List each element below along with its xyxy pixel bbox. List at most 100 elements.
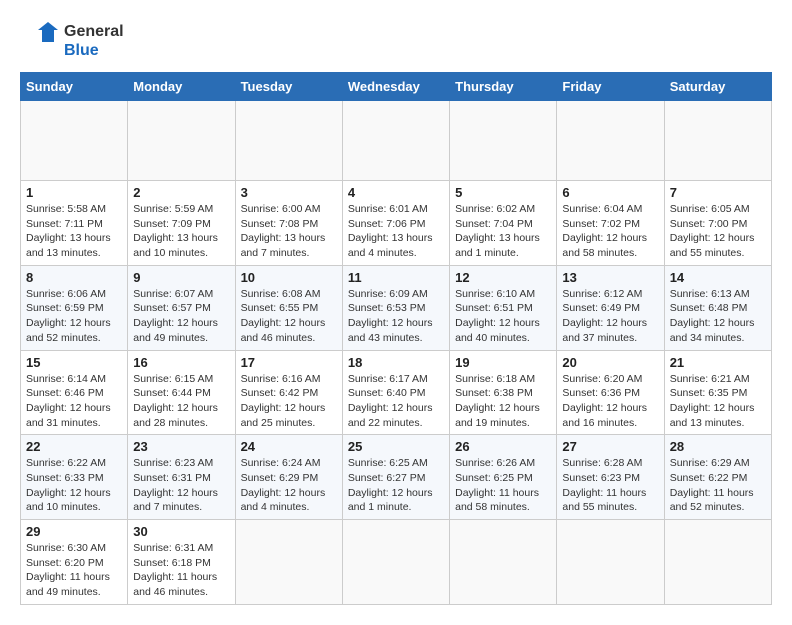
day-info: Sunrise: 6:17 AM Sunset: 6:40 PM Dayligh…	[348, 372, 444, 431]
day-number: 19	[455, 355, 551, 370]
calendar-cell: 29 Sunrise: 6:30 AM Sunset: 6:20 PM Dayli…	[21, 520, 128, 605]
day-info: Sunrise: 6:01 AM Sunset: 7:06 PM Dayligh…	[348, 202, 444, 261]
day-info: Sunrise: 6:22 AM Sunset: 6:33 PM Dayligh…	[26, 456, 122, 515]
calendar-header-row: SundayMondayTuesdayWednesdayThursdayFrid…	[21, 73, 772, 101]
day-number: 15	[26, 355, 122, 370]
day-info: Sunrise: 6:14 AM Sunset: 6:46 PM Dayligh…	[26, 372, 122, 431]
day-number: 21	[670, 355, 766, 370]
calendar-cell	[557, 101, 664, 181]
day-number: 23	[133, 439, 229, 454]
col-header-saturday: Saturday	[664, 73, 771, 101]
calendar-cell: 25Sunrise: 6:25 AM Sunset: 6:27 PM Dayli…	[342, 435, 449, 520]
calendar-cell: 14 Sunrise: 6:13 AM Sunset: 6:48 PM Dayli…	[664, 265, 771, 350]
day-number: 1	[26, 185, 122, 200]
logo-blue: Blue	[64, 41, 124, 60]
calendar-cell: 17 Sunrise: 6:16 AM Sunset: 6:42 PM Dayli…	[235, 350, 342, 435]
calendar-cell	[450, 520, 557, 605]
day-number: 16	[133, 355, 229, 370]
calendar-week-3: 15 Sunrise: 6:14 AM Sunset: 6:46 PM Dayli…	[21, 350, 772, 435]
calendar-cell: 15 Sunrise: 6:14 AM Sunset: 6:46 PM Dayli…	[21, 350, 128, 435]
day-number: 24	[241, 439, 337, 454]
col-header-monday: Monday	[128, 73, 235, 101]
day-number: 18	[348, 355, 444, 370]
calendar-cell	[557, 520, 664, 605]
day-info: Sunrise: 6:31 AM Sunset: 6:18 PM Dayligh…	[133, 541, 229, 600]
day-info: Sunrise: 6:02 AM Sunset: 7:04 PM Dayligh…	[455, 202, 551, 261]
day-number: 10	[241, 270, 337, 285]
day-number: 22	[26, 439, 122, 454]
day-info: Sunrise: 5:58 AM Sunset: 7:11 PM Dayligh…	[26, 202, 122, 261]
calendar-cell: 23Sunrise: 6:23 AM Sunset: 6:31 PM Dayli…	[128, 435, 235, 520]
day-info: Sunrise: 6:16 AM Sunset: 6:42 PM Dayligh…	[241, 372, 337, 431]
calendar-cell: 3 Sunrise: 6:00 AM Sunset: 7:08 PM Daylig…	[235, 181, 342, 266]
calendar-cell: 19Sunrise: 6:18 AM Sunset: 6:38 PM Dayli…	[450, 350, 557, 435]
calendar-cell	[664, 520, 771, 605]
day-number: 25	[348, 439, 444, 454]
day-number: 4	[348, 185, 444, 200]
day-number: 26	[455, 439, 551, 454]
calendar-cell	[664, 101, 771, 181]
day-number: 5	[455, 185, 551, 200]
day-number: 17	[241, 355, 337, 370]
day-number: 12	[455, 270, 551, 285]
calendar-cell: 20Sunrise: 6:20 AM Sunset: 6:36 PM Dayli…	[557, 350, 664, 435]
day-number: 20	[562, 355, 658, 370]
calendar-cell: 7Sunrise: 6:05 AM Sunset: 7:00 PM Daylig…	[664, 181, 771, 266]
day-info: Sunrise: 6:06 AM Sunset: 6:59 PM Dayligh…	[26, 287, 122, 346]
page-header: General Blue	[20, 20, 772, 62]
day-info: Sunrise: 6:10 AM Sunset: 6:51 PM Dayligh…	[455, 287, 551, 346]
day-number: 2	[133, 185, 229, 200]
calendar-cell: 21Sunrise: 6:21 AM Sunset: 6:35 PM Dayli…	[664, 350, 771, 435]
calendar-cell	[342, 520, 449, 605]
calendar-week-4: 22 Sunrise: 6:22 AM Sunset: 6:33 PM Dayli…	[21, 435, 772, 520]
calendar-cell: 9 Sunrise: 6:07 AM Sunset: 6:57 PM Daylig…	[128, 265, 235, 350]
calendar-cell	[235, 520, 342, 605]
logo-general: General	[64, 22, 124, 41]
day-info: Sunrise: 6:30 AM Sunset: 6:20 PM Dayligh…	[26, 541, 122, 600]
calendar-cell: 6Sunrise: 6:04 AM Sunset: 7:02 PM Daylig…	[557, 181, 664, 266]
day-info: Sunrise: 6:13 AM Sunset: 6:48 PM Dayligh…	[670, 287, 766, 346]
day-info: Sunrise: 6:28 AM Sunset: 6:23 PM Dayligh…	[562, 456, 658, 515]
calendar-week-2: 8 Sunrise: 6:06 AM Sunset: 6:59 PM Daylig…	[21, 265, 772, 350]
calendar-cell: 8 Sunrise: 6:06 AM Sunset: 6:59 PM Daylig…	[21, 265, 128, 350]
calendar-cell: 26 Sunrise: 6:26 AM Sunset: 6:25 PM Dayli…	[450, 435, 557, 520]
day-number: 3	[241, 185, 337, 200]
calendar-cell: 2 Sunrise: 5:59 AM Sunset: 7:09 PM Daylig…	[128, 181, 235, 266]
day-info: Sunrise: 6:26 AM Sunset: 6:25 PM Dayligh…	[455, 456, 551, 515]
col-header-wednesday: Wednesday	[342, 73, 449, 101]
day-info: Sunrise: 6:24 AM Sunset: 6:29 PM Dayligh…	[241, 456, 337, 515]
day-info: Sunrise: 6:29 AM Sunset: 6:22 PM Dayligh…	[670, 456, 766, 515]
calendar-cell: 5 Sunrise: 6:02 AM Sunset: 7:04 PM Daylig…	[450, 181, 557, 266]
day-number: 8	[26, 270, 122, 285]
calendar-cell	[21, 101, 128, 181]
day-number: 9	[133, 270, 229, 285]
day-number: 30	[133, 524, 229, 539]
calendar-cell: 13 Sunrise: 6:12 AM Sunset: 6:49 PM Dayli…	[557, 265, 664, 350]
day-info: Sunrise: 6:12 AM Sunset: 6:49 PM Dayligh…	[562, 287, 658, 346]
calendar-cell: 10 Sunrise: 6:08 AM Sunset: 6:55 PM Dayli…	[235, 265, 342, 350]
day-number: 29	[26, 524, 122, 539]
day-info: Sunrise: 6:00 AM Sunset: 7:08 PM Dayligh…	[241, 202, 337, 261]
day-number: 28	[670, 439, 766, 454]
calendar-cell: 28 Sunrise: 6:29 AM Sunset: 6:22 PM Dayli…	[664, 435, 771, 520]
day-info: Sunrise: 6:07 AM Sunset: 6:57 PM Dayligh…	[133, 287, 229, 346]
calendar-week-1: 1 Sunrise: 5:58 AM Sunset: 7:11 PM Daylig…	[21, 181, 772, 266]
logo: General Blue	[20, 20, 124, 62]
calendar-cell: 18 Sunrise: 6:17 AM Sunset: 6:40 PM Dayli…	[342, 350, 449, 435]
col-header-thursday: Thursday	[450, 73, 557, 101]
calendar-cell	[450, 101, 557, 181]
calendar-cell: 12 Sunrise: 6:10 AM Sunset: 6:51 PM Dayli…	[450, 265, 557, 350]
day-number: 6	[562, 185, 658, 200]
col-header-tuesday: Tuesday	[235, 73, 342, 101]
calendar-cell: 30 Sunrise: 6:31 AM Sunset: 6:18 PM Dayli…	[128, 520, 235, 605]
calendar-cell: 24 Sunrise: 6:24 AM Sunset: 6:29 PM Dayli…	[235, 435, 342, 520]
day-info: Sunrise: 6:08 AM Sunset: 6:55 PM Dayligh…	[241, 287, 337, 346]
day-number: 14	[670, 270, 766, 285]
day-number: 27	[562, 439, 658, 454]
calendar-cell: 16Sunrise: 6:15 AM Sunset: 6:44 PM Dayli…	[128, 350, 235, 435]
logo-svg	[20, 20, 60, 62]
day-info: Sunrise: 5:59 AM Sunset: 7:09 PM Dayligh…	[133, 202, 229, 261]
day-number: 7	[670, 185, 766, 200]
col-header-sunday: Sunday	[21, 73, 128, 101]
day-number: 13	[562, 270, 658, 285]
